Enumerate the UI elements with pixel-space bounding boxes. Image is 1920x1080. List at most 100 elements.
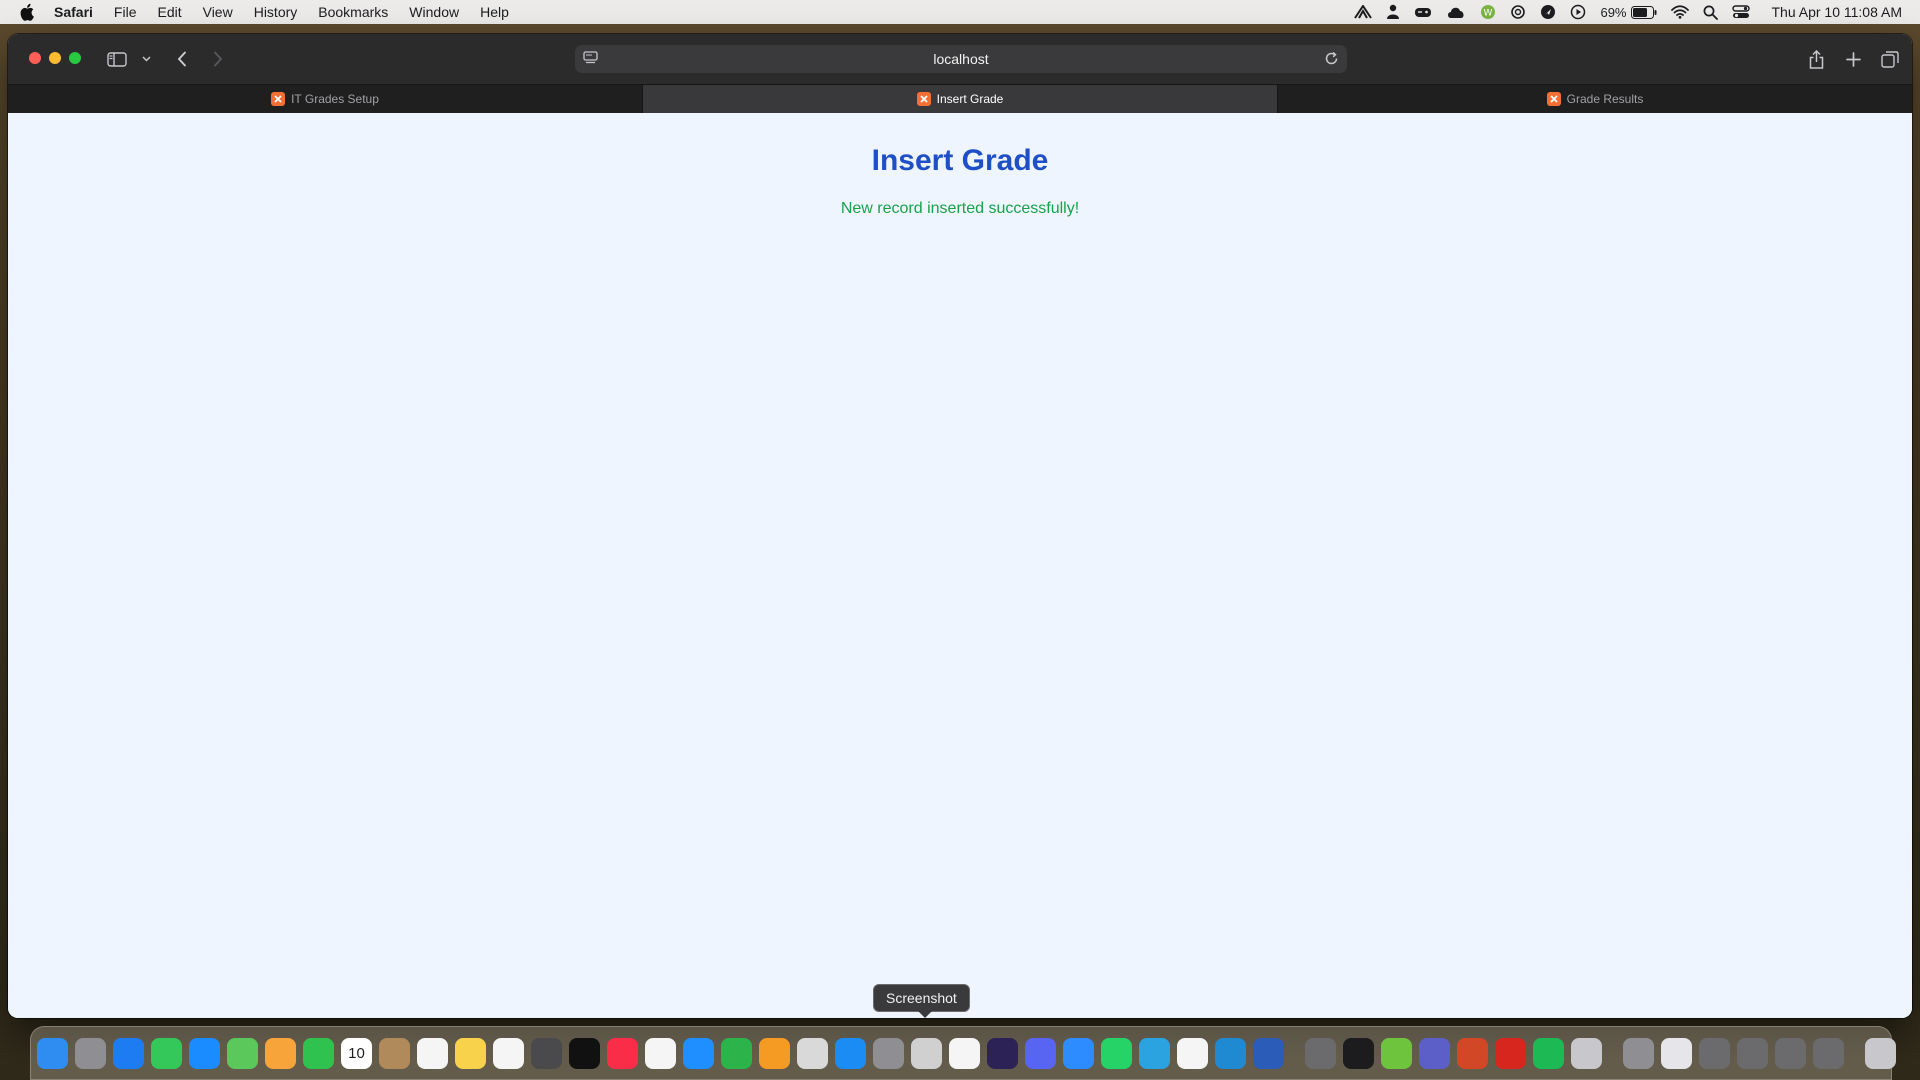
utility-icon[interactable]	[1571, 1037, 1602, 1069]
tab-label: Insert Grade	[936, 92, 1004, 106]
window-close-button[interactable]	[29, 52, 41, 64]
page-title: Insert Grade	[871, 144, 1049, 177]
battery-percent: 69%	[1600, 4, 1627, 20]
menu-edit[interactable]: Edit	[157, 4, 181, 20]
reload-icon[interactable]	[1324, 51, 1339, 69]
notes-icon[interactable]	[455, 1037, 486, 1069]
menubar-clock[interactable]: Thu Apr 10 11:08 AM	[1772, 4, 1903, 20]
mail-icon[interactable]	[189, 1037, 220, 1069]
browser-toolbar: localhost	[8, 34, 1912, 84]
script-editor-icon[interactable]	[797, 1037, 828, 1069]
word-icon[interactable]	[1253, 1037, 1284, 1069]
tooltip-text: Screenshot	[886, 990, 957, 1006]
menu-view[interactable]: View	[203, 4, 233, 20]
cloud-status-icon[interactable]	[1446, 5, 1466, 19]
folder-stack-icon[interactable]	[1623, 1037, 1654, 1069]
safari-icon[interactable]	[113, 1037, 144, 1069]
acrobat-icon[interactable]	[1495, 1037, 1526, 1069]
zoom-icon[interactable]	[1063, 1037, 1094, 1069]
arc-status-icon[interactable]	[1354, 5, 1373, 19]
window-stack-icon[interactable]	[1775, 1037, 1806, 1069]
address-bar[interactable]: localhost	[575, 45, 1347, 73]
success-message: New record inserted successfully!	[840, 200, 1080, 217]
menu-bookmarks[interactable]: Bookmarks	[318, 4, 388, 20]
keynote-icon[interactable]	[683, 1037, 714, 1069]
photos-icon[interactable]	[265, 1037, 296, 1069]
window-stack-2-icon[interactable]	[1813, 1037, 1844, 1069]
webstorm-icon[interactable]	[1381, 1037, 1412, 1069]
whatsapp-icon[interactable]	[1101, 1037, 1132, 1069]
tab-it-grades-setup[interactable]: IT Grades Setup	[8, 85, 643, 113]
menu-app-name[interactable]: Safari	[54, 4, 93, 20]
spotify-icon[interactable]	[1533, 1037, 1564, 1069]
back-button[interactable]	[174, 47, 190, 71]
pen-tool-icon[interactable]	[1305, 1037, 1336, 1069]
menu-window[interactable]: Window	[409, 4, 459, 20]
page-menu-icon[interactable]	[583, 51, 598, 68]
music-icon[interactable]	[607, 1037, 638, 1069]
tab-insert-grade[interactable]: Insert Grade	[643, 85, 1278, 113]
screenshot-icon[interactable]	[911, 1037, 942, 1069]
numbers-icon[interactable]	[721, 1037, 752, 1069]
wifi-icon[interactable]	[1670, 5, 1689, 19]
news-icon[interactable]	[645, 1037, 676, 1069]
facetime-icon[interactable]	[303, 1037, 334, 1069]
downloads-stack-icon[interactable]	[1661, 1037, 1692, 1069]
share-icon[interactable]	[1807, 47, 1825, 71]
menu-file[interactable]: File	[114, 4, 137, 20]
xampp-favicon-icon	[1546, 92, 1561, 106]
eclipse-icon[interactable]	[987, 1037, 1018, 1069]
tv-icon[interactable]	[569, 1037, 600, 1069]
chrome-icon[interactable]	[1177, 1037, 1208, 1069]
pages-icon[interactable]	[759, 1037, 790, 1069]
discord-icon[interactable]	[1025, 1037, 1056, 1069]
window-zoom-button[interactable]	[69, 52, 81, 64]
play-status-icon[interactable]	[1570, 4, 1586, 20]
messages-icon[interactable]	[151, 1037, 182, 1069]
app-store-icon[interactable]	[835, 1037, 866, 1069]
launchpad-icon[interactable]	[75, 1037, 106, 1069]
tab-overview-icon[interactable]	[1881, 47, 1899, 71]
battery-icon[interactable]	[1630, 5, 1657, 19]
maps-icon[interactable]	[227, 1037, 258, 1069]
teams-icon[interactable]	[1419, 1037, 1450, 1069]
desktop-stack-icon[interactable]	[1737, 1037, 1768, 1069]
vscode-icon[interactable]	[1215, 1037, 1246, 1069]
terminal-icon[interactable]	[1343, 1037, 1374, 1069]
opera-icon[interactable]	[949, 1037, 980, 1069]
forward-button[interactable]	[210, 47, 226, 71]
navigation-status-icon[interactable]	[1540, 4, 1556, 20]
calendar-icon[interactable]: 10	[341, 1037, 372, 1069]
system-settings-icon[interactable]	[873, 1037, 904, 1069]
reminders-icon[interactable]	[417, 1037, 448, 1069]
freeform-icon[interactable]	[493, 1037, 524, 1069]
spotlight-search-icon[interactable]	[1703, 5, 1718, 20]
finder-icon[interactable]	[37, 1037, 68, 1069]
chevron-down-icon[interactable]	[140, 47, 152, 71]
user-status-icon[interactable]	[1386, 4, 1400, 20]
apple-menu-icon[interactable]	[20, 3, 36, 21]
calculator-icon[interactable]	[531, 1037, 562, 1069]
safari-window: localhost IT Grades Setup Insert Grade G…	[8, 34, 1912, 1018]
menu-history[interactable]: History	[254, 4, 298, 20]
menu-help[interactable]: Help	[480, 4, 509, 20]
xampp-favicon-icon	[271, 92, 286, 106]
telegram-icon[interactable]	[1139, 1037, 1170, 1069]
window-minimize-button[interactable]	[49, 52, 61, 64]
tab-grade-results[interactable]: Grade Results	[1278, 85, 1912, 113]
dock-tooltip: Screenshot	[873, 984, 970, 1018]
menu-bar: Safari File Edit View History Bookmarks …	[0, 0, 1920, 24]
chatgpt-status-icon[interactable]	[1510, 4, 1526, 20]
control-center-icon[interactable]	[1731, 5, 1750, 19]
trash-icon[interactable]	[1865, 1037, 1896, 1069]
contacts-icon[interactable]	[379, 1037, 410, 1069]
xampp-favicon-icon	[916, 92, 931, 106]
powerpoint-icon[interactable]	[1457, 1037, 1488, 1069]
address-text[interactable]: localhost	[933, 51, 988, 67]
sidebar-toggle-icon[interactable]	[106, 47, 128, 71]
new-tab-icon[interactable]	[1844, 47, 1862, 71]
documents-stack-icon[interactable]	[1699, 1037, 1730, 1069]
w-app-status-icon[interactable]: W	[1480, 4, 1496, 20]
tab-bar: IT Grades Setup Insert Grade Grade Resul…	[8, 84, 1912, 113]
game-status-icon[interactable]	[1414, 5, 1432, 19]
